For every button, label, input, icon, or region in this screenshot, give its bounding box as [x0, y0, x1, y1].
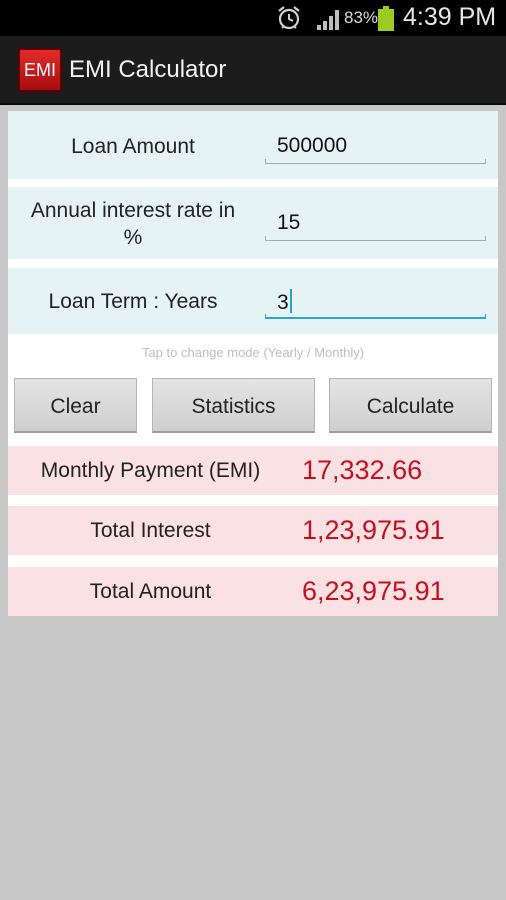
clear-button[interactable]: Clear	[14, 378, 137, 433]
loan-amount-value: 500000	[277, 134, 348, 157]
calculator-panel: Loan Amount 500000 Annual interest rate …	[8, 111, 498, 616]
interest-rate-value: 15	[277, 211, 301, 234]
input-underline-focused	[265, 314, 486, 319]
monthly-payment-row: Monthly Payment (EMI) 17,332.66	[8, 446, 498, 495]
battery-percent: 83%	[344, 8, 379, 27]
input-underline	[265, 236, 486, 241]
clock: 4:39 PM	[403, 3, 497, 31]
interest-rate-label-line1: Annual interest rate in	[30, 199, 236, 222]
text-caret	[289, 289, 292, 313]
total-amount-value: 6,23,975.91	[302, 576, 445, 606]
loan-term-value: 3	[277, 291, 289, 314]
interest-rate-input[interactable]: 15	[265, 211, 486, 241]
status-bar: 83% 4:39 PM	[0, 0, 506, 36]
action-bar: EMI EMI Calculator	[0, 36, 506, 105]
interest-rate-row: Annual interest rate in % 15	[8, 187, 498, 259]
signal-icon	[317, 10, 339, 30]
app-icon[interactable]: EMI	[18, 48, 62, 92]
loan-amount-row: Loan Amount 500000	[8, 111, 498, 179]
total-amount-row: Total Amount 6,23,975.91	[8, 567, 498, 616]
app-title: EMI Calculator	[69, 56, 227, 83]
mode-toggle-hint[interactable]: Tap to change mode (Yearly / Monthly)	[8, 345, 498, 360]
interest-rate-label: Annual interest rate in %	[8, 197, 258, 251]
total-interest-row: Total Interest 1,23,975.91	[8, 506, 498, 555]
battery-icon	[378, 6, 394, 31]
interest-rate-label-line2: %	[123, 226, 143, 249]
loan-amount-label: Loan Amount	[71, 135, 195, 158]
loan-term-label: Loan Term : Years	[48, 290, 218, 313]
total-amount-label: Total Amount	[89, 580, 212, 603]
input-underline	[265, 159, 486, 164]
alarm-icon	[278, 6, 300, 30]
monthly-payment-value: 17,332.66	[302, 455, 423, 485]
calculate-button[interactable]: Calculate	[329, 378, 492, 433]
statistics-button[interactable]: Statistics	[152, 378, 315, 433]
monthly-payment-label: Monthly Payment (EMI)	[40, 459, 261, 482]
total-interest-label: Total Interest	[90, 519, 211, 542]
loan-amount-input[interactable]: 500000	[265, 134, 486, 164]
loan-term-row: Loan Term : Years 3	[8, 268, 498, 334]
total-interest-value: 1,23,975.91	[302, 515, 445, 545]
loan-term-input[interactable]: 3	[265, 289, 486, 319]
